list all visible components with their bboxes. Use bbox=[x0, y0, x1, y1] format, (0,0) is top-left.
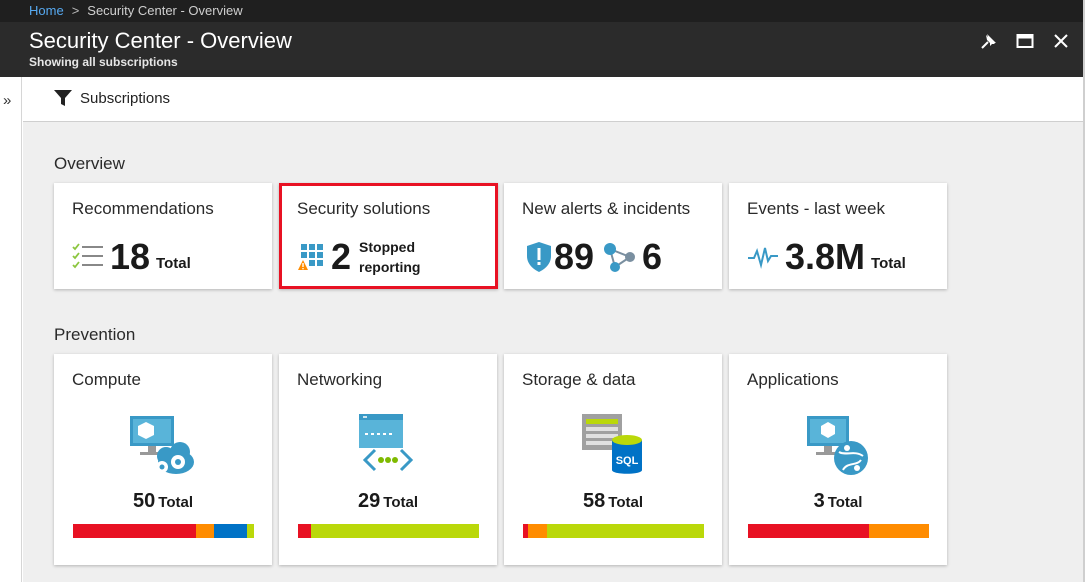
incidents-value: 6 bbox=[642, 236, 663, 277]
health-bar-segment bbox=[73, 524, 197, 538]
storage-data-value: 58 bbox=[583, 490, 606, 512]
security-solutions-status-line1: Stopped bbox=[359, 239, 416, 255]
health-bar-segment bbox=[528, 524, 547, 538]
health-bar-segment bbox=[246, 524, 254, 538]
health-bar-segment bbox=[546, 524, 704, 538]
events-tile[interactable]: Events - last week 3.8M Total bbox=[729, 183, 947, 289]
health-bar-segment bbox=[196, 524, 215, 538]
networking-total: 29 Total bbox=[279, 490, 497, 513]
applications-icon-wrap bbox=[729, 412, 947, 478]
incidents-graph-icon bbox=[604, 243, 636, 272]
events-title: Events - last week bbox=[747, 199, 885, 218]
compute-vm-icon bbox=[130, 416, 194, 474]
breadcrumb-separator: > bbox=[71, 3, 80, 18]
applications-icon bbox=[807, 416, 868, 475]
networking-icon-wrap bbox=[279, 412, 497, 478]
applications-health-bar bbox=[748, 524, 929, 538]
expand-sidebar-button[interactable]: » bbox=[3, 93, 11, 109]
close-icon bbox=[1054, 34, 1068, 48]
compute-icon-wrap bbox=[54, 412, 272, 478]
networking-unit: Total bbox=[383, 494, 418, 511]
applications-value: 3 bbox=[813, 490, 825, 512]
breadcrumb-home-link[interactable]: Home bbox=[29, 3, 64, 18]
prevention-heading: Prevention bbox=[54, 325, 136, 344]
storage-data-total: 58 Total bbox=[504, 490, 722, 513]
applications-title: Applications bbox=[747, 370, 839, 389]
command-bar: Subscriptions bbox=[23, 77, 1083, 122]
page-title: Security Center - Overview bbox=[29, 28, 292, 53]
networking-tile[interactable]: Networking 29 Total bbox=[279, 354, 497, 565]
svg-text:SQL: SQL bbox=[616, 455, 639, 467]
recommendations-unit: Total bbox=[156, 254, 191, 272]
main-content: Overview Recommendations 18 Total Securi… bbox=[23, 122, 1083, 582]
health-bar-segment bbox=[298, 524, 311, 538]
compute-title: Compute bbox=[72, 370, 141, 389]
pulse-icon bbox=[748, 247, 778, 269]
maximize-button[interactable] bbox=[1007, 28, 1043, 54]
compute-value: 50 bbox=[133, 490, 156, 512]
compute-tile[interactable]: Compute 50 Total bbox=[54, 354, 272, 565]
networking-health-bar bbox=[298, 524, 479, 538]
maximize-icon bbox=[1016, 34, 1034, 48]
events-value: 3.8M bbox=[785, 236, 866, 277]
alerts-incidents-title: New alerts & incidents bbox=[522, 199, 691, 218]
compute-unit: Total bbox=[158, 494, 193, 511]
applications-tile[interactable]: Applications 3 Total bbox=[729, 354, 947, 565]
security-solutions-status-line2: reporting bbox=[359, 259, 421, 275]
compute-health-bar bbox=[73, 524, 254, 538]
events-metric: 3.8M Total bbox=[747, 237, 906, 277]
health-bar-segment bbox=[214, 524, 247, 538]
overview-heading: Overview bbox=[54, 154, 125, 173]
security-solutions-metric: 2 Stopped reporting bbox=[297, 237, 420, 277]
alerts-incidents-metric: 89 6 bbox=[526, 237, 662, 277]
storage-data-health-bar bbox=[523, 524, 704, 538]
filter-icon bbox=[54, 90, 72, 106]
storage-sql-icon: SQL bbox=[582, 414, 642, 474]
recommendations-title: Recommendations bbox=[72, 199, 214, 218]
storage-data-title: Storage & data bbox=[522, 370, 636, 389]
pin-icon bbox=[981, 34, 996, 49]
security-solutions-status: Stopped reporting bbox=[359, 237, 420, 277]
security-solutions-grid-icon bbox=[298, 244, 323, 270]
recommendations-tile[interactable]: Recommendations 18 Total bbox=[54, 183, 272, 289]
alerts-value: 89 bbox=[554, 236, 595, 277]
health-bar-segment bbox=[869, 524, 929, 538]
applications-unit: Total bbox=[827, 494, 863, 511]
networking-title: Networking bbox=[297, 370, 383, 389]
collapsed-sidebar: » bbox=[0, 77, 22, 582]
blade-header: Home > Security Center - Overview Security… bbox=[0, 0, 1085, 77]
storage-data-unit: Total bbox=[608, 494, 643, 511]
breadcrumb: Home > Security Center - Overview bbox=[0, 0, 1083, 22]
security-solutions-value: 2 bbox=[331, 236, 352, 277]
networking-value: 29 bbox=[358, 490, 381, 512]
compute-total: 50 Total bbox=[54, 490, 272, 513]
alerts-incidents-tile[interactable]: New alerts & incidents 89 6 bbox=[504, 183, 722, 289]
subscriptions-button[interactable]: Subscriptions bbox=[53, 89, 170, 107]
security-solutions-title: Security solutions bbox=[297, 199, 431, 218]
close-button[interactable] bbox=[1043, 28, 1079, 54]
pin-button[interactable] bbox=[971, 28, 1007, 54]
storage-data-tile[interactable]: Storage & data SQL 58 Total bbox=[504, 354, 722, 565]
networking-icon bbox=[359, 414, 414, 472]
breadcrumb-current: Security Center - Overview bbox=[87, 3, 243, 18]
storage-icon-wrap: SQL bbox=[504, 412, 722, 478]
subscriptions-label: Subscriptions bbox=[80, 89, 171, 107]
page-subtitle: Showing all subscriptions bbox=[29, 55, 178, 69]
events-unit: Total bbox=[871, 254, 906, 272]
health-bar-segment bbox=[748, 524, 870, 538]
health-bar-segment bbox=[310, 524, 479, 538]
window-controls bbox=[971, 28, 1079, 54]
checklist-icon bbox=[72, 243, 103, 269]
recommendations-value: 18 bbox=[110, 236, 151, 277]
applications-total: 3 Total bbox=[729, 490, 947, 513]
security-solutions-tile[interactable]: Security solutions 2 Stopped reporting bbox=[279, 183, 498, 289]
shield-alert-icon bbox=[527, 242, 551, 272]
recommendations-metric: 18 Total bbox=[72, 237, 191, 277]
